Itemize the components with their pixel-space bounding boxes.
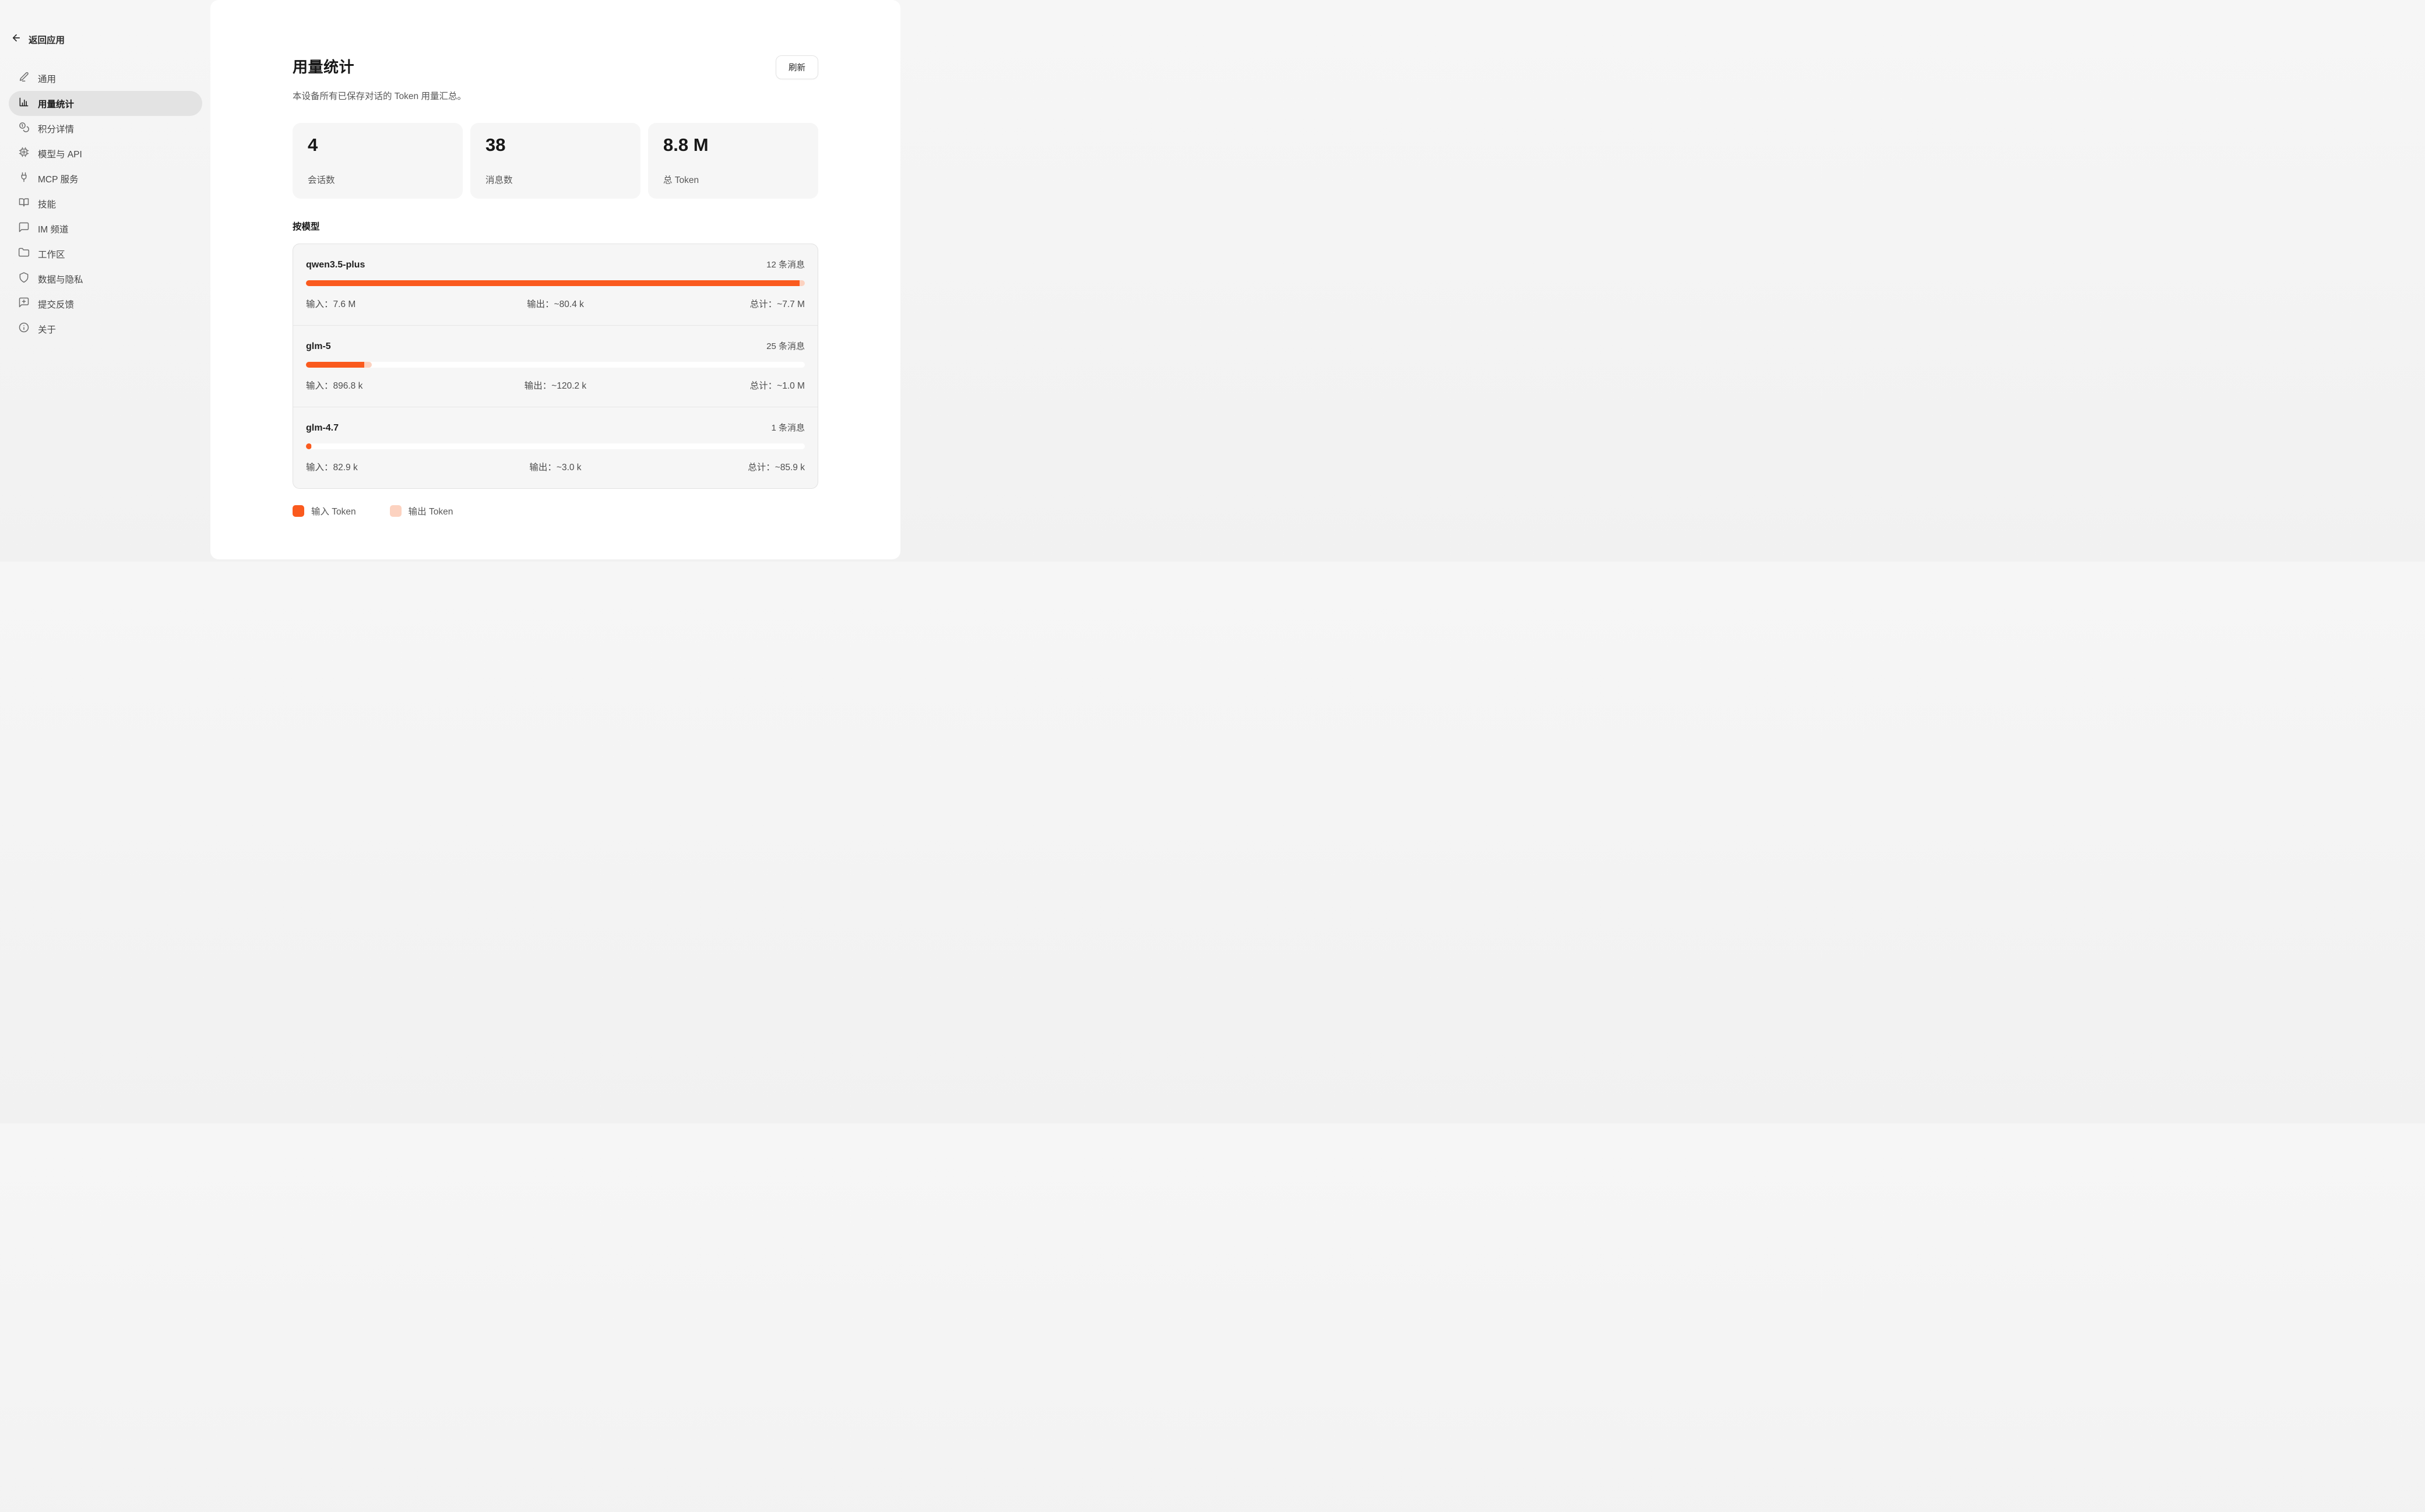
shield-icon	[18, 272, 30, 286]
sidebar-nav: 通用 用量统计 积分详情 模型与 API MCP 服务 技能 IM 频道 工作	[9, 66, 202, 341]
input-token-bar	[306, 443, 311, 449]
model-message-count: 12 条消息	[766, 258, 805, 270]
page-header: 用量统计 刷新	[293, 55, 818, 79]
input-token-bar	[306, 362, 364, 368]
back-to-app-button[interactable]: 返回应用	[9, 33, 202, 46]
message-plus-icon	[18, 297, 30, 311]
sidebar-item-label: 模型与 API	[38, 147, 82, 160]
model-message-count: 25 条消息	[766, 340, 805, 352]
model-name: glm-4.7	[306, 423, 339, 433]
model-name: qwen3.5-plus	[306, 260, 365, 270]
sidebar-item-credits[interactable]: 积分详情	[9, 116, 202, 141]
sidebar-item-label: 积分详情	[38, 122, 74, 135]
sidebar-item-feedback[interactable]: 提交反馈	[9, 291, 202, 316]
input-tokens-text: 输入：896.8 k	[306, 379, 472, 392]
by-model-heading: 按模型	[293, 220, 818, 232]
sidebar-item-about[interactable]: 关于	[9, 316, 202, 341]
legend-label: 输入 Token	[311, 505, 356, 517]
legend-input-token: 输入 Token	[293, 505, 356, 517]
stat-label: 消息数	[485, 173, 625, 186]
model-row: glm-4.7 1 条消息 输入：82.9 k 输出：~3.0 k 总计：~85…	[293, 407, 818, 488]
refresh-button[interactable]: 刷新	[776, 55, 818, 79]
coins-icon	[18, 121, 30, 136]
output-tokens-text: 输出：~80.4 k	[472, 297, 638, 310]
stat-label: 会话数	[308, 173, 448, 186]
token-usage-bar	[306, 443, 805, 449]
settings-sidebar: 返回应用 通用 用量统计 积分详情 模型与 API MCP 服务 技能 I	[0, 0, 210, 562]
sidebar-item-label: 提交反馈	[38, 298, 74, 311]
model-usage-card: qwen3.5-plus 12 条消息 输入：7.6 M 输出：~80.4 k …	[293, 244, 818, 489]
stat-value: 4	[308, 135, 448, 156]
model-row: qwen3.5-plus 12 条消息 输入：7.6 M 输出：~80.4 k …	[293, 244, 818, 325]
sidebar-item-mcp[interactable]: MCP 服务	[9, 166, 202, 191]
model-message-count: 1 条消息	[771, 421, 805, 433]
sidebar-item-workspace[interactable]: 工作区	[9, 241, 202, 266]
sidebar-item-label: 用量统计	[38, 97, 74, 110]
cpu-icon	[18, 146, 30, 161]
main-panel: 用量统计 刷新 本设备所有已保存对话的 Token 用量汇总。 4 会话数 38…	[210, 0, 900, 559]
chat-bubble-icon	[18, 221, 30, 236]
sidebar-item-label: IM 频道	[38, 223, 69, 235]
stat-card-messages: 38 消息数	[470, 123, 640, 199]
legend-output-token: 输出 Token	[390, 505, 453, 517]
sidebar-item-usage-stats[interactable]: 用量统计	[9, 91, 202, 116]
output-tokens-text: 输出：~120.2 k	[472, 379, 638, 392]
stat-label: 总 Token	[663, 173, 803, 186]
output-tokens-text: 输出：~3.0 k	[472, 460, 638, 473]
sidebar-item-label: 通用	[38, 72, 56, 85]
sidebar-item-models-api[interactable]: 模型与 API	[9, 141, 202, 166]
input-tokens-text: 输入：7.6 M	[306, 297, 472, 310]
output-token-swatch	[390, 505, 402, 517]
sidebar-item-general[interactable]: 通用	[9, 66, 202, 91]
sidebar-item-label: 数据与隐私	[38, 273, 83, 286]
sidebar-item-data-privacy[interactable]: 数据与隐私	[9, 266, 202, 291]
stat-card-sessions: 4 会话数	[293, 123, 463, 199]
back-to-app-label: 返回应用	[29, 33, 65, 46]
plug-icon	[18, 171, 30, 186]
sidebar-item-label: 技能	[38, 198, 56, 210]
summary-cards: 4 会话数 38 消息数 8.8 M 总 Token	[293, 123, 818, 199]
token-usage-bar	[306, 362, 805, 368]
page-title: 用量统计	[293, 55, 354, 77]
sidebar-item-im-channels[interactable]: IM 频道	[9, 216, 202, 241]
total-tokens-text: 总计：~1.0 M	[639, 379, 805, 392]
stat-card-total-tokens: 8.8 M 总 Token	[648, 123, 818, 199]
total-tokens-text: 总计：~85.9 k	[639, 460, 805, 473]
total-tokens-text: 总计：~7.7 M	[639, 297, 805, 310]
model-name: glm-5	[306, 341, 331, 352]
stat-value: 38	[485, 135, 625, 156]
sidebar-item-label: 关于	[38, 323, 56, 336]
bar-chart-icon	[18, 96, 30, 111]
input-token-swatch	[293, 505, 304, 517]
token-usage-bar	[306, 280, 805, 286]
sidebar-item-skills[interactable]: 技能	[9, 191, 202, 216]
sidebar-item-label: 工作区	[38, 248, 65, 260]
page-subtitle: 本设备所有已保存对话的 Token 用量汇总。	[293, 89, 818, 102]
folder-icon	[18, 246, 30, 261]
book-open-icon	[18, 196, 30, 211]
info-icon	[18, 322, 30, 336]
token-legend: 输入 Token 输出 Token	[293, 505, 818, 517]
output-token-bar	[364, 362, 372, 368]
pen-icon	[18, 71, 30, 86]
model-row: glm-5 25 条消息 输入：896.8 k 输出：~120.2 k 总计：~…	[293, 325, 818, 407]
sidebar-item-label: MCP 服务	[38, 172, 78, 185]
output-token-bar	[800, 280, 805, 286]
arrow-left-icon	[11, 33, 22, 46]
input-tokens-text: 输入：82.9 k	[306, 460, 472, 473]
legend-label: 输出 Token	[409, 505, 453, 517]
stat-value: 8.8 M	[663, 135, 803, 156]
input-token-bar	[306, 280, 800, 286]
